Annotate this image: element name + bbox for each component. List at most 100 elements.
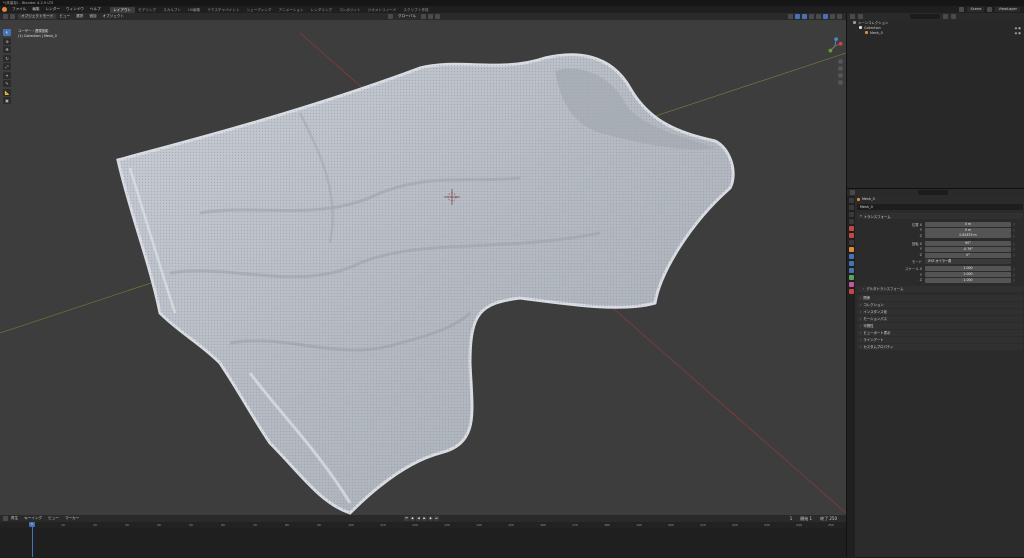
motion-paths-panel[interactable]: › モーションパス: [857, 315, 1023, 322]
view-layer-field[interactable]: ViewLayer: [995, 7, 1020, 12]
rotation-y-field[interactable]: -0.76°: [925, 246, 1011, 252]
menu-render[interactable]: レンダー: [43, 7, 63, 12]
eye-icon[interactable]: ◉ ▣: [1015, 31, 1021, 35]
outliner-display-mode-icon[interactable]: [858, 14, 863, 19]
location-z-field[interactable]: 0.82879 m: [925, 233, 1011, 239]
tab-rendering[interactable]: レンダリング: [307, 7, 336, 13]
tab-sculpt[interactable]: スカルプト: [160, 7, 185, 13]
timeline-menu-marker[interactable]: マーカー: [62, 516, 82, 521]
object-data-tab-icon[interactable]: [848, 275, 854, 280]
properties-editor-type-icon[interactable]: [850, 190, 855, 195]
keyframe-icon[interactable]: ◇: [1011, 267, 1017, 271]
keyframe-icon[interactable]: ◇: [1011, 242, 1017, 246]
view-layer-tab-icon[interactable]: [848, 219, 854, 224]
timeline-menu-keying[interactable]: キーイング: [21, 516, 45, 521]
scale-y-field[interactable]: 1.000: [925, 272, 1011, 278]
snap-icon[interactable]: [427, 14, 433, 19]
zoom-icon[interactable]: [838, 59, 843, 64]
keyframe-icon[interactable]: ◇: [1011, 222, 1017, 226]
rotation-x-field[interactable]: 90°: [925, 241, 1011, 247]
rotation-mode-dropdown[interactable]: XYZ オイラー角: [925, 258, 1011, 264]
tab-uv-editing[interactable]: UV編集: [185, 7, 204, 13]
modifier-tab-icon[interactable]: [848, 254, 854, 259]
tab-modeling[interactable]: モデリング: [135, 7, 160, 13]
rendered-shading-icon[interactable]: [837, 14, 842, 19]
material-shading-icon[interactable]: [830, 14, 835, 19]
keyframe-icon[interactable]: ◇: [1011, 278, 1017, 282]
physics-tab-icon[interactable]: [848, 268, 854, 273]
menu-object[interactable]: オブジェクト: [100, 14, 128, 19]
visibility-panel[interactable]: › 可視性: [857, 322, 1023, 329]
proportional-edit-icon[interactable]: [434, 14, 440, 19]
collections-panel[interactable]: › コレクション: [857, 301, 1023, 308]
playhead[interactable]: [32, 522, 33, 557]
jump-start-icon[interactable]: ⏮: [404, 516, 409, 521]
instancing-panel[interactable]: › インスタンス化: [857, 308, 1023, 315]
menu-window[interactable]: ウィンドウ: [63, 7, 87, 12]
cursor-tool-icon[interactable]: ⊕: [3, 37, 11, 45]
move-tool-icon[interactable]: ✥: [3, 46, 11, 53]
timeline-track-area[interactable]: [0, 528, 846, 557]
tab-scripting[interactable]: スクリプト作成: [400, 7, 432, 13]
tab-layout[interactable]: レイアウト: [109, 6, 135, 13]
start-frame-field[interactable]: 開始 1: [797, 516, 816, 521]
current-frame-field[interactable]: 1: [786, 516, 796, 521]
outliner-search-input[interactable]: [910, 14, 940, 19]
prev-key-icon[interactable]: ◆: [410, 516, 415, 521]
scale-x-field[interactable]: 1.000: [925, 266, 1011, 272]
menu-add[interactable]: 追加: [86, 14, 99, 19]
menu-select[interactable]: 選択: [73, 14, 86, 19]
menu-help[interactable]: ヘルプ: [87, 7, 104, 12]
gizmo-toggle-icon[interactable]: [795, 14, 800, 19]
rotate-tool-icon[interactable]: ↻: [3, 54, 11, 62]
perspective-toggle-icon[interactable]: [838, 80, 843, 85]
menu-file[interactable]: ファイル: [9, 7, 29, 12]
custom-properties-panel[interactable]: › カスタムプロパティ: [857, 343, 1023, 350]
jump-end-icon[interactable]: ⏭: [434, 516, 439, 521]
tab-texture-paint[interactable]: テクスチャペイント: [204, 7, 243, 13]
solid-shading-icon[interactable]: [823, 14, 828, 19]
texture-tab-icon[interactable]: [848, 289, 854, 294]
next-key-icon[interactable]: ◆: [428, 516, 433, 521]
measure-tool-icon[interactable]: 📐: [3, 88, 11, 96]
keyframe-icon[interactable]: ◇: [1011, 228, 1017, 232]
outliner-row-mesh[interactable]: Mesh_0 ◉ ▣: [847, 30, 1024, 35]
location-y-field[interactable]: 0 m: [925, 227, 1011, 233]
outliner[interactable]: シーンコレクション Collection ◉ ▣ Mesh_0 ◉ ▣: [847, 13, 1024, 188]
particles-tab-icon[interactable]: [848, 261, 854, 266]
select-mode-icon[interactable]: [10, 14, 15, 19]
overlay-toggle-icon[interactable]: [802, 14, 807, 19]
scale-z-field[interactable]: 1.000: [925, 277, 1011, 283]
editor-type-icon[interactable]: [3, 14, 8, 19]
relations-panel[interactable]: › 関係: [857, 294, 1023, 301]
menu-edit[interactable]: 編集: [29, 7, 42, 12]
xray-icon[interactable]: [809, 14, 814, 19]
eye-icon[interactable]: ◉ ▣: [1015, 26, 1021, 30]
collection-tab-icon[interactable]: [848, 240, 854, 245]
keyframe-icon[interactable]: ◇: [1011, 247, 1017, 251]
annotate-tool-icon[interactable]: ✎: [3, 80, 11, 87]
viewport-display-panel[interactable]: › ビューポート表示: [857, 329, 1023, 336]
tab-compositing[interactable]: コンポジット: [336, 7, 365, 13]
blender-logo-icon[interactable]: [2, 7, 7, 12]
keyframe-icon[interactable]: ◇: [1011, 253, 1017, 257]
end-frame-field[interactable]: 終了 250: [817, 516, 840, 521]
pan-icon[interactable]: [838, 66, 843, 71]
menu-view[interactable]: ビュー: [56, 14, 73, 19]
material-tab-icon[interactable]: [848, 282, 854, 287]
render-tab-icon[interactable]: [848, 205, 854, 210]
timeline-menu-view[interactable]: ビュー: [45, 516, 62, 521]
world-tab-icon[interactable]: [848, 233, 854, 238]
mesh-object-shirt[interactable]: [116, 53, 735, 515]
output-tab-icon[interactable]: [848, 212, 854, 217]
object-tab-icon[interactable]: [848, 247, 854, 252]
timeline-menu-playback[interactable]: 再生: [8, 516, 21, 521]
object-name-field[interactable]: Mesh_0: [857, 204, 1023, 210]
tab-animation[interactable]: アニメーション: [275, 7, 307, 13]
wireframe-shading-icon[interactable]: [816, 14, 821, 19]
scale-tool-icon[interactable]: ⤢: [3, 63, 11, 70]
tab-geometry-nodes[interactable]: ジオメトリノード: [364, 7, 400, 13]
visibility-icon[interactable]: [788, 14, 793, 19]
keyframe-icon[interactable]: ◇: [1011, 273, 1017, 277]
outliner-editor-type-icon[interactable]: [850, 14, 855, 19]
